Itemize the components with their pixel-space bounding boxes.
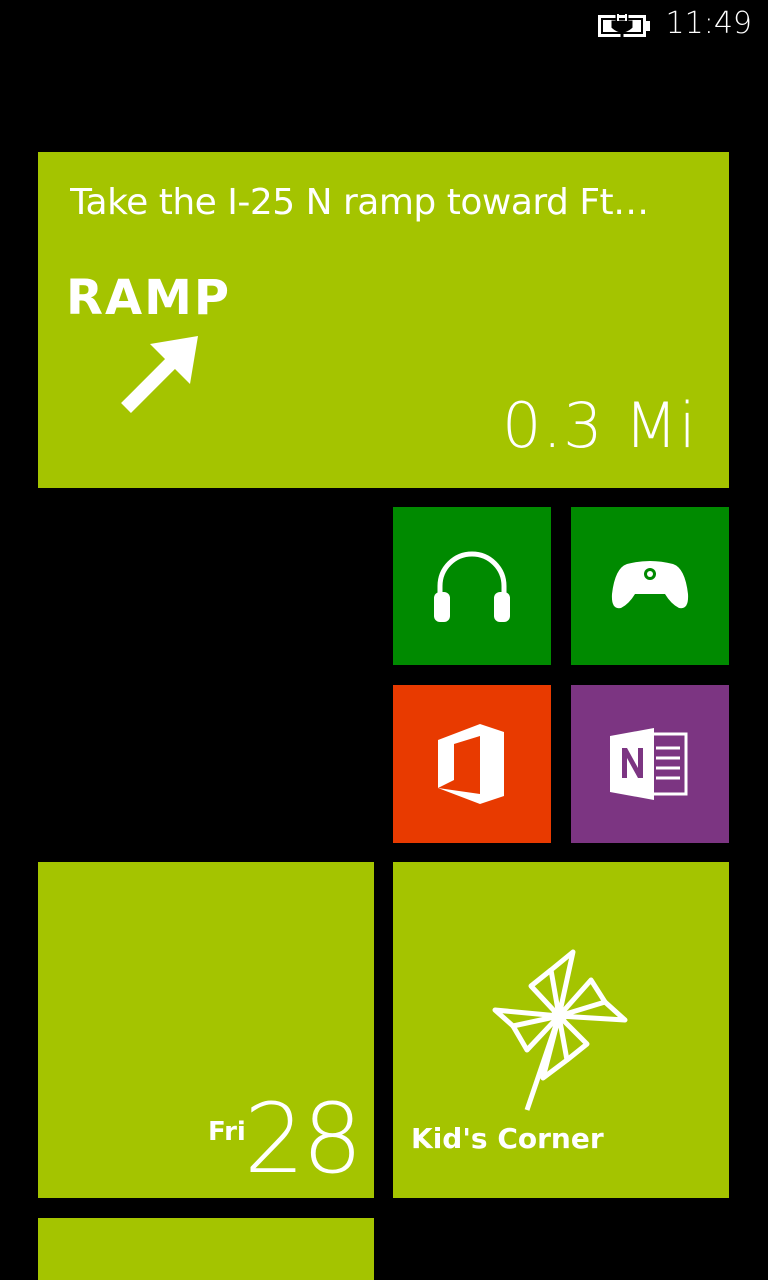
battery-charging-icon — [598, 13, 650, 39]
kids-corner-label: Kid's Corner — [411, 1122, 604, 1155]
status-bar: 11:49 — [0, 0, 768, 48]
headphones-icon — [434, 551, 510, 622]
office-icon — [438, 724, 504, 804]
partial-tile[interactable] — [38, 1218, 374, 1280]
games-tile[interactable] — [571, 507, 729, 665]
calendar-tile[interactable]: Fri 28 — [38, 862, 374, 1198]
kids-corner-tile[interactable]: Kid's Corner — [393, 862, 729, 1198]
ramp-sign-label: RAMP — [66, 270, 232, 326]
pinwheel-icon — [492, 949, 628, 1111]
calendar-date: 28 — [243, 1083, 363, 1195]
navigation-instruction: Take the I-25 N ramp toward Ft… — [70, 182, 649, 223]
onenote-icon — [610, 728, 688, 800]
gamepad-icon — [611, 561, 689, 609]
navigation-distance: 0.3 Mi — [501, 389, 697, 462]
navigation-tile[interactable]: Take the I-25 N ramp toward Ft… RAMP 0.3… — [38, 152, 729, 488]
ramp-arrow-icon — [121, 336, 198, 413]
onenote-tile[interactable] — [571, 685, 729, 843]
music-tile[interactable] — [393, 507, 551, 665]
calendar-day: Fri — [208, 1117, 246, 1147]
office-tile[interactable] — [393, 685, 551, 843]
status-clock: 11:49 — [665, 6, 752, 41]
